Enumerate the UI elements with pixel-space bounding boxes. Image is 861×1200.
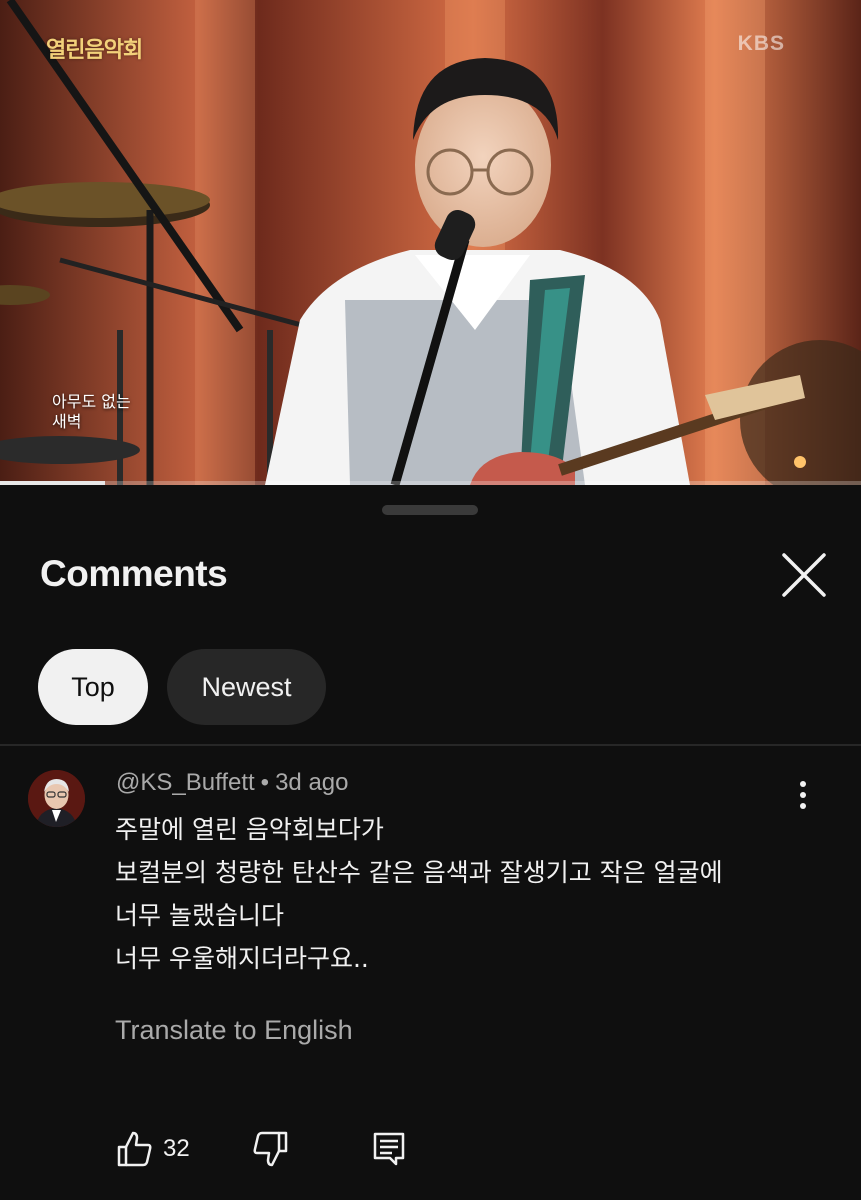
comment-line-4: 너무 우울해지더라구요..	[115, 944, 369, 973]
close-icon	[782, 553, 826, 597]
caption-line-2: 새벽	[52, 412, 82, 431]
thumbs-up-icon	[117, 1131, 152, 1167]
translate-button[interactable]: Translate to English	[115, 1015, 353, 1046]
comment-line-3: 너무 놀랬습니다	[115, 901, 284, 930]
more-vert-icon	[788, 781, 818, 809]
avatar[interactable]	[28, 770, 85, 827]
sort-chip-newest[interactable]: Newest	[167, 649, 326, 725]
comment-body: 주말에 열린 음악회보다가 보컬분의 청량한 탄산수 같은 음색과 잘생기고 작…	[115, 808, 815, 980]
sort-chip-top[interactable]: Top	[38, 649, 148, 725]
thumbs-down-icon	[253, 1131, 288, 1167]
comment-author[interactable]: @KS_Buffett	[116, 769, 255, 796]
divider	[0, 744, 861, 746]
video-player[interactable]: 열린음악회 KBS 아무도 없는 새벽	[0, 0, 861, 485]
comments-panel: Comments Top Newest @KS_Buffett • 3d ago 주…	[0, 485, 861, 1200]
video-caption: 아무도 없는 새벽	[52, 392, 131, 432]
panel-title: Comments	[40, 553, 228, 594]
caption-line-1: 아무도 없는	[52, 392, 131, 411]
reply-button[interactable]	[370, 1129, 410, 1169]
broadcaster-logo: KBS	[737, 32, 785, 55]
drag-handle[interactable]	[382, 505, 478, 515]
reply-icon	[373, 1132, 405, 1166]
meta-separator: •	[260, 769, 270, 796]
comment-age: 3d ago	[275, 769, 349, 796]
like-button[interactable]	[115, 1129, 155, 1169]
comment-meta: @KS_Buffett • 3d ago	[116, 769, 348, 797]
avatar-image	[28, 770, 85, 827]
like-count: 32	[163, 1135, 190, 1162]
comment-line-2: 보컬분의 청량한 탄산수 같은 음색과 잘생기고 작은 얼굴에	[115, 858, 723, 887]
dislike-button[interactable]	[250, 1129, 290, 1169]
show-logo: 열린음악회	[46, 37, 143, 63]
close-button[interactable]	[778, 549, 830, 601]
comment-line-1: 주말에 열린 음악회보다가	[115, 815, 384, 844]
